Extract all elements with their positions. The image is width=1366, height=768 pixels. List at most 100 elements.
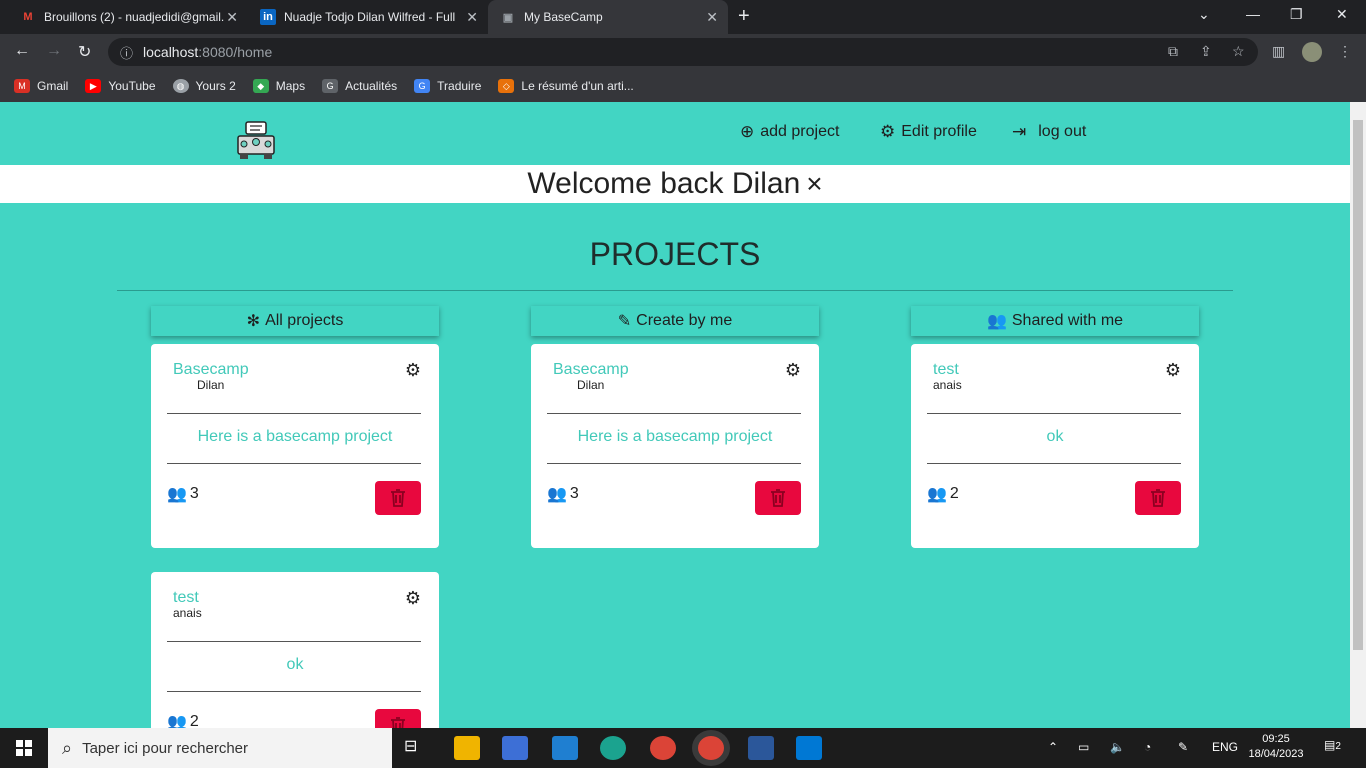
gear-icon[interactable]: ⚙ xyxy=(405,360,421,381)
translate-icon: G xyxy=(414,79,431,93)
clock-date: 18/04/2023 xyxy=(1248,748,1304,760)
minimize-icon[interactable]: — xyxy=(1246,6,1260,22)
chrome-icon[interactable] xyxy=(650,736,676,760)
vscode-icon[interactable] xyxy=(796,736,822,760)
add-project-link[interactable]: ⊕ add project xyxy=(740,122,839,142)
forward-icon[interactable]: → xyxy=(46,42,62,60)
column-label: Shared with me xyxy=(1011,312,1124,329)
window-close-icon[interactable]: ✕ xyxy=(1336,6,1348,23)
project-name[interactable]: Basecamp xyxy=(553,361,629,379)
share-icon[interactable]: ⇪ xyxy=(1200,43,1212,60)
url-field[interactable]: ⓘ localhost:8080/home xyxy=(108,38,1258,66)
wifi-icon[interactable]: ◔ xyxy=(1144,740,1151,754)
tab-linkedin[interactable]: in Nuadje Todjo Dilan Wilfred - Full ✕ xyxy=(248,0,488,34)
basecamp-logo-icon[interactable] xyxy=(236,120,276,160)
store-icon[interactable] xyxy=(502,736,528,760)
new-tab-button[interactable]: + xyxy=(738,5,750,28)
mail-icon[interactable] xyxy=(552,736,578,760)
close-icon[interactable]: ✕ xyxy=(226,9,238,26)
clock[interactable]: 09:25 18/04/2023 xyxy=(1248,732,1304,762)
volume-icon[interactable]: 🔈 xyxy=(1110,740,1125,754)
gear-icon[interactable]: ⚙ xyxy=(785,360,801,381)
users-icon: 👥 xyxy=(986,313,1007,330)
bookmark-resume[interactable]: ◇ Le résumé d'un arti... xyxy=(498,79,634,93)
bookmark-maps[interactable]: ◆ Maps xyxy=(252,79,305,93)
delete-button[interactable] xyxy=(375,481,421,515)
project-name[interactable]: Basecamp xyxy=(173,361,249,379)
bookmark-label: Actualités xyxy=(345,79,398,93)
restore-icon[interactable]: ❐ xyxy=(1290,6,1303,23)
bookmark-yours[interactable]: ◍ Yours 2 xyxy=(172,79,236,93)
windows-start-icon[interactable] xyxy=(16,740,32,756)
project-description: ok xyxy=(286,656,304,673)
bookmark-actualites[interactable]: G Actualités xyxy=(322,79,397,93)
basecamp-icon: ▣ xyxy=(502,11,514,24)
column-header-created-by-me: ✎ Create by me xyxy=(531,306,819,336)
reload-icon[interactable]: ↻ xyxy=(78,42,91,62)
file-explorer-icon[interactable] xyxy=(454,736,480,760)
edge-icon[interactable] xyxy=(600,736,626,760)
column-label: Create by me xyxy=(636,312,733,329)
star-icon[interactable]: ☆ xyxy=(1232,43,1245,60)
gear-icon[interactable]: ⚙ xyxy=(1165,360,1181,381)
bookmark-label: Traduire xyxy=(437,79,482,93)
news-icon: G xyxy=(322,79,339,93)
bookmark-gmail[interactable]: M Gmail xyxy=(14,79,68,93)
bookmark-youtube[interactable]: ▶ YouTube xyxy=(85,79,156,93)
delete-button[interactable] xyxy=(375,709,421,728)
edit-profile-link[interactable]: ⚙ Edit profile xyxy=(880,122,977,142)
project-owner: anais xyxy=(173,606,202,620)
battery-icon[interactable]: ▭ xyxy=(1078,740,1089,754)
divider xyxy=(167,641,421,642)
project-card: test anais ⚙ ok 👥 2 xyxy=(911,344,1199,548)
translate-icon[interactable]: ⧉ xyxy=(1168,43,1178,60)
browser-tab-bar: M Brouillons (2) - nuadjedidi@gmail.com … xyxy=(0,0,1366,34)
article-icon: ◇ xyxy=(498,79,515,93)
project-owner: anais xyxy=(933,378,962,392)
project-owner: Dilan xyxy=(577,378,605,392)
chevron-up-icon[interactable]: ⌃ xyxy=(1048,740,1058,754)
gear-icon[interactable]: ⚙ xyxy=(405,588,421,609)
maps-icon: ◆ xyxy=(252,79,269,93)
language-indicator[interactable]: ENG xyxy=(1212,740,1238,754)
project-owner: Dilan xyxy=(197,378,225,392)
tab-search-icon[interactable]: ⌄ xyxy=(1198,6,1210,23)
tab-basecamp[interactable]: ▣ My BaseCamp ✕ xyxy=(488,0,728,34)
info-icon[interactable]: ⓘ xyxy=(120,43,133,62)
divider xyxy=(117,290,1233,291)
project-description: Here is a basecamp project xyxy=(577,428,773,445)
project-name[interactable]: test xyxy=(173,589,199,607)
delete-button[interactable] xyxy=(1135,481,1181,515)
tab-gmail[interactable]: M Brouillons (2) - nuadjedidi@gmail.com … xyxy=(8,0,248,34)
scrollbar-thumb[interactable] xyxy=(1353,120,1363,650)
bookmark-label: Le résumé d'un arti... xyxy=(521,79,634,93)
scrollbar[interactable] xyxy=(1350,102,1366,728)
close-icon[interactable]: ✕ xyxy=(466,9,478,26)
project-name[interactable]: test xyxy=(933,361,959,379)
column-header-shared-with-me: 👥 Shared with me xyxy=(911,306,1199,336)
delete-button[interactable] xyxy=(755,481,801,515)
url-path: :8080/home xyxy=(198,44,273,60)
task-view-icon[interactable]: ⊟ xyxy=(404,736,430,760)
chrome-active-icon[interactable] xyxy=(698,736,724,760)
notifications-icon[interactable]: ▤2 xyxy=(1324,738,1341,752)
divider xyxy=(927,463,1181,464)
log-out-link[interactable]: ⇥ log out xyxy=(1012,122,1086,142)
pen-icon[interactable]: ✎ xyxy=(1178,740,1188,754)
close-icon[interactable]: ✕ xyxy=(706,9,718,26)
bookmark-traduire[interactable]: G Traduire xyxy=(414,79,481,93)
avatar[interactable] xyxy=(1302,42,1322,62)
welcome-banner: Welcome back Dilan × xyxy=(0,165,1350,203)
close-icon[interactable]: × xyxy=(806,168,822,199)
notification-count: 2 xyxy=(1335,741,1341,752)
side-panel-icon[interactable]: ▥ xyxy=(1272,43,1285,60)
linkedin-icon: in xyxy=(260,9,276,25)
member-count-value: 2 xyxy=(949,485,959,502)
log-out-icon: ⇥ xyxy=(1012,122,1027,141)
taskbar-search-input[interactable]: ⌕ Taper ici pour rechercher xyxy=(48,728,392,768)
back-icon[interactable]: ← xyxy=(14,42,30,60)
menu-icon[interactable]: ⋮ xyxy=(1338,43,1352,60)
member-count: 👥 3 xyxy=(547,484,579,504)
users-icon: 👥 xyxy=(167,486,187,503)
word-icon[interactable] xyxy=(748,736,774,760)
